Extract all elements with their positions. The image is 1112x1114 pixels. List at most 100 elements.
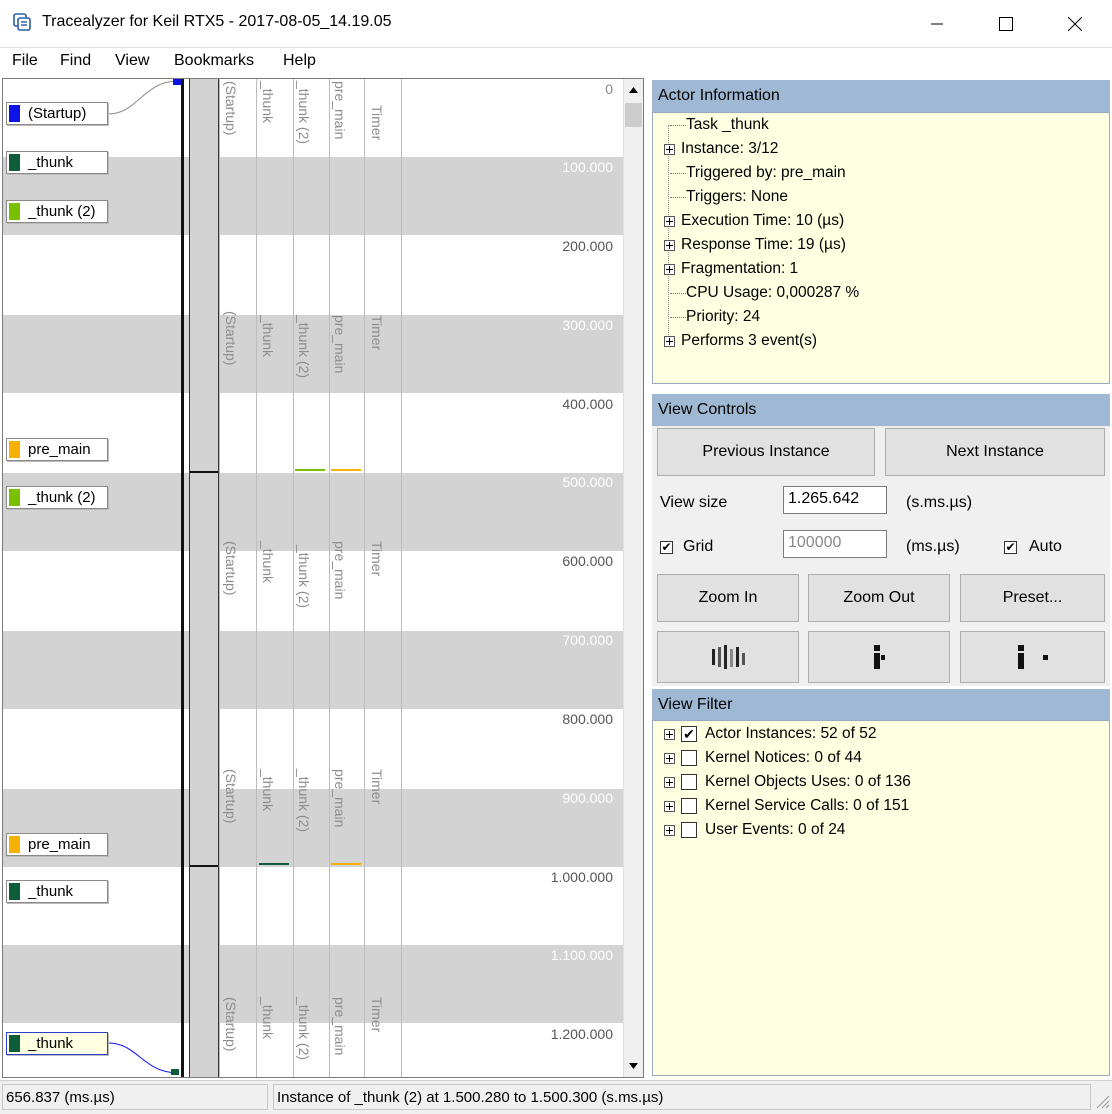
checkbox-checked-icon[interactable]: ✔ — [1004, 540, 1017, 554]
column-label: pre_main — [332, 315, 348, 374]
expand-icon[interactable] — [664, 824, 675, 836]
actor-label[interactable]: _thunk — [6, 880, 108, 903]
view-size-input[interactable]: 1.265.642 — [783, 486, 887, 514]
actor-color-swatch — [9, 105, 20, 122]
actor-label[interactable]: _thunk — [6, 151, 108, 174]
expand-icon[interactable] — [664, 752, 675, 764]
preset-button[interactable]: Preset... — [960, 574, 1105, 622]
column-label: _thunk (2) — [296, 769, 312, 833]
expand-icon[interactable] — [664, 239, 675, 251]
menu-help[interactable]: Help — [283, 52, 316, 70]
column-label: _thunk (2) — [296, 81, 312, 145]
menu-file[interactable]: File — [12, 52, 38, 70]
column-label: Timer — [369, 997, 385, 1033]
minimize-button[interactable] — [914, 0, 960, 47]
layout-all-button[interactable] — [657, 631, 799, 683]
actor-info-row[interactable]: Performs 3 event(s) — [664, 332, 817, 350]
expand-icon[interactable] — [664, 776, 675, 788]
time-tick: 400.000 — [562, 396, 613, 412]
actor-info-row[interactable]: Execution Time: 10 (µs) — [664, 212, 844, 230]
checkbox-unchecked-icon[interactable] — [681, 774, 697, 790]
filter-row[interactable]: Kernel Notices: 0 of 44 — [664, 749, 862, 767]
actor-color-swatch — [9, 203, 20, 220]
filter-row[interactable]: Kernel Service Calls: 0 of 151 — [664, 797, 909, 815]
maximize-icon — [999, 16, 1013, 31]
scroll-down-button[interactable] — [624, 1055, 643, 1077]
checkbox-checked-icon[interactable]: ✔ — [660, 540, 673, 554]
actor-label[interactable]: _thunk (2) — [6, 200, 108, 223]
auto-checkbox[interactable]: ✔ Auto — [1004, 538, 1062, 556]
column-label: Timer — [369, 541, 385, 577]
column-label: _thunk — [260, 997, 276, 1040]
window-title: Tracealyzer for Keil RTX5 - 2017-08-05_1… — [42, 13, 392, 30]
expand-icon[interactable] — [664, 335, 675, 347]
arrow-down-icon — [629, 1063, 638, 1069]
scroll-up-button[interactable] — [624, 79, 643, 101]
zoom-in-button[interactable]: Zoom In — [657, 574, 799, 622]
actor-label[interactable]: pre_main — [6, 833, 108, 856]
filter-row[interactable]: ✔ Actor Instances: 52 of 52 — [664, 725, 876, 743]
filter-row[interactable]: Kernel Objects Uses: 0 of 136 — [664, 773, 911, 791]
actor-label[interactable]: _thunk (2) — [6, 486, 108, 509]
actor-label-selected[interactable]: _thunk — [6, 1032, 108, 1055]
zoom-out-button[interactable]: Zoom Out — [808, 574, 950, 622]
grid-interval-input[interactable]: 100000 — [783, 530, 887, 558]
view-filter-header: View Filter — [652, 689, 1110, 721]
connector-line — [107, 79, 181, 115]
grid-checkbox[interactable]: ✔ Grid — [660, 538, 713, 556]
grid-band — [3, 631, 623, 709]
maximize-button[interactable] — [983, 0, 1029, 47]
filter-row[interactable]: User Events: 0 of 24 — [664, 821, 845, 839]
checkbox-checked-icon[interactable]: ✔ — [681, 726, 697, 742]
close-button[interactable] — [1052, 0, 1098, 47]
time-tick: 900.000 — [562, 790, 613, 806]
actor-info-row: Triggers: None — [664, 188, 788, 206]
expand-icon[interactable] — [664, 215, 675, 227]
expand-icon[interactable] — [664, 143, 675, 155]
layout-compact-button[interactable] — [808, 631, 950, 683]
arrow-up-icon — [629, 87, 638, 93]
time-tick: 600.000 — [562, 553, 613, 569]
connector-line — [107, 1042, 179, 1075]
grid-band — [3, 473, 623, 551]
lane-divider — [219, 79, 220, 1077]
expand-icon[interactable] — [664, 728, 675, 740]
actor-label[interactable]: pre_main — [6, 438, 108, 461]
spread-layout-icon — [1017, 645, 1048, 669]
trace-view[interactable]: (Startup) _thunk _thunk (2) pre_main _th… — [2, 78, 644, 1078]
next-instance-button[interactable]: Next Instance — [885, 428, 1105, 476]
column-label: (Startup) — [223, 997, 239, 1052]
menu-view[interactable]: View — [115, 52, 149, 70]
resize-grip-icon[interactable] — [1094, 1093, 1110, 1109]
column-label: Timer — [369, 769, 385, 805]
time-tick: 500.000 — [562, 474, 613, 490]
lane-divider — [256, 79, 257, 1077]
time-tick: 300.000 — [562, 317, 613, 333]
actor-info-row[interactable]: Instance: 3/12 — [664, 140, 778, 158]
menu-bookmarks[interactable]: Bookmarks — [174, 52, 254, 70]
checkbox-unchecked-icon[interactable] — [681, 822, 697, 838]
time-tick: 1.000.000 — [550, 869, 613, 885]
menu-bar — [0, 48, 1112, 76]
compact-layout-icon — [874, 645, 885, 669]
expand-icon[interactable] — [664, 800, 675, 812]
previous-instance-button[interactable]: Previous Instance — [657, 428, 875, 476]
actor-info-row[interactable]: Fragmentation: 1 — [664, 260, 798, 278]
grid-unit: (ms.µs) — [906, 538, 960, 555]
column-label: pre_main — [332, 541, 348, 600]
time-tick: 800.000 — [562, 711, 613, 727]
actor-label[interactable]: (Startup) — [6, 102, 108, 125]
actor-info-row[interactable]: Response Time: 19 (µs) — [664, 236, 846, 254]
scroll-thumb[interactable] — [625, 103, 642, 127]
lane-divider — [364, 79, 365, 1077]
time-tick: 200.000 — [562, 238, 613, 254]
menu-find[interactable]: Find — [60, 52, 91, 70]
checkbox-unchecked-icon[interactable] — [681, 798, 697, 814]
actor-color-swatch — [9, 1035, 20, 1052]
column-label: _thunk (2) — [296, 545, 312, 609]
layout-spread-button[interactable] — [960, 631, 1105, 683]
vertical-scrollbar[interactable] — [623, 79, 643, 1077]
expand-icon[interactable] — [664, 263, 675, 275]
time-tick: 1.200.000 — [550, 1026, 613, 1042]
checkbox-unchecked-icon[interactable] — [681, 750, 697, 766]
